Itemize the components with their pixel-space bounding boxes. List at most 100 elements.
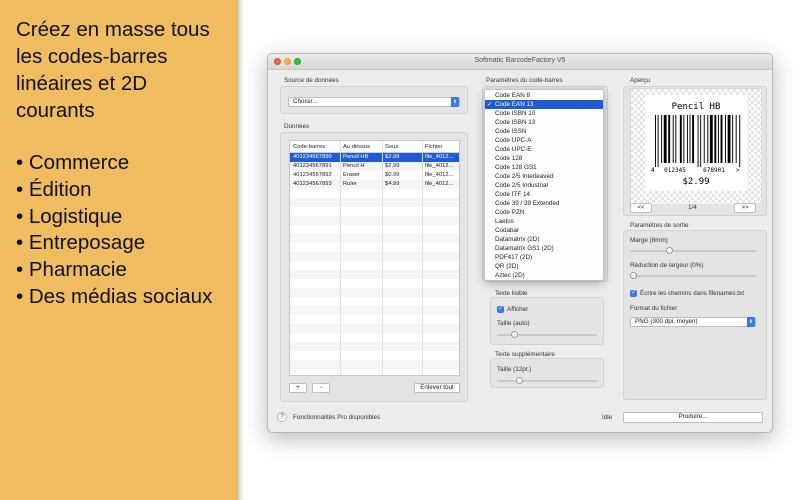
promo-bullet: Entreposage — [16, 230, 212, 257]
menu-item-barcode-type[interactable]: Datamatrix GS1 (2D) — [485, 244, 603, 253]
barcode-bar — [717, 115, 719, 163]
table-row[interactable] — [290, 288, 459, 297]
table-row[interactable] — [290, 360, 459, 369]
column-header[interactable]: Fichier — [425, 144, 442, 150]
data-table[interactable]: Code-barres Au dessus Sous Fichier 40123… — [289, 140, 460, 376]
data-source-select[interactable]: Choisir... ⬍ — [288, 97, 460, 107]
table-row[interactable] — [290, 252, 459, 261]
produce-button[interactable]: Produire... — [623, 412, 763, 423]
next-preview-button[interactable]: >> — [734, 203, 756, 213]
barcode-bar — [679, 115, 682, 163]
menu-item-barcode-type[interactable]: Code EAN 8 — [485, 91, 603, 100]
table-row[interactable] — [290, 279, 459, 288]
table-row[interactable]: 401234567892 Eraser $0.99 file_4012... — [290, 171, 459, 180]
menu-item-barcode-type[interactable]: Code 128 GS1 — [485, 163, 603, 172]
menu-item-barcode-type[interactable]: Code UPC-A — [485, 136, 603, 145]
table-cell: 401234567891 — [293, 163, 332, 169]
column-header[interactable]: Au dessus — [343, 144, 370, 150]
barcode-type-menu[interactable]: Code EAN 8 ✓ Code EAN 13 Code ISBN 10 Code I… — [484, 89, 604, 281]
text-size-label: Taille (auto) — [497, 320, 530, 327]
menu-item-barcode-type[interactable]: QR (2D) — [485, 262, 603, 271]
write-paths-checkbox[interactable]: ✓ — [630, 290, 637, 297]
file-format-select[interactable]: PNG (300 dpi, moyen) ⬍ — [630, 317, 756, 327]
barcode-bar — [739, 115, 741, 167]
promo-headline: Créez en masse tous les codes-barres lin… — [16, 16, 231, 124]
barcode-bar — [720, 115, 723, 163]
preview-digits-group2: 678901 — [703, 167, 725, 174]
table-row[interactable]: 401234567891 Pencil H $2.99 file_4012... — [290, 162, 459, 171]
table-row[interactable] — [290, 297, 459, 306]
column-header[interactable]: Sous — [385, 144, 398, 150]
table-row[interactable]: 401234567893 Ruler $4.99 file_4012... — [290, 180, 459, 189]
table-cell: $2.99 — [385, 154, 400, 160]
margin-slider[interactable] — [630, 250, 756, 252]
table-row[interactable] — [290, 333, 459, 342]
table-row[interactable] — [290, 243, 459, 252]
barcode-bar — [700, 115, 702, 167]
table-row[interactable] — [290, 342, 459, 351]
show-text-checkbox[interactable]: ✓ — [497, 306, 504, 313]
title-bar[interactable]: Softmatic BarcodeFactory V5 — [268, 54, 772, 70]
table-row[interactable] — [290, 189, 459, 198]
menu-item-barcode-type[interactable]: Code ISSN — [485, 127, 603, 136]
table-row[interactable] — [290, 369, 459, 375]
barcode-bar — [683, 115, 685, 163]
menu-item-barcode-type[interactable]: Code 2/5 Industrial — [485, 181, 603, 190]
table-row[interactable] — [290, 207, 459, 216]
table-row[interactable] — [290, 261, 459, 270]
margin-label: Marge (8mm) — [630, 237, 668, 244]
menu-item-barcode-type[interactable]: Code ISBN 10 — [485, 109, 603, 118]
table-row[interactable] — [290, 306, 459, 315]
menu-item-barcode-type[interactable]: Laetus — [485, 217, 603, 226]
file-format-select-value: PNG (300 dpi, moyen) — [635, 318, 698, 325]
column-divider — [340, 141, 341, 375]
width-reduction-slider[interactable] — [630, 275, 756, 277]
menu-item-barcode-type[interactable]: Code UPC-E — [485, 145, 603, 154]
table-row[interactable] — [290, 324, 459, 333]
data-section-label: Données — [284, 123, 310, 130]
menu-item-barcode-type[interactable]: Aztec (2D) — [485, 271, 603, 280]
menu-item-label: Code 2/5 Industrial — [495, 182, 548, 189]
table-cell: $4.99 — [385, 181, 400, 187]
menu-item-barcode-type[interactable]: Code ISBN 13 — [485, 118, 603, 127]
readable-text-label: Texte lisible — [495, 290, 528, 297]
column-header[interactable]: Code-barres — [293, 144, 325, 150]
table-row[interactable] — [290, 234, 459, 243]
width-reduction-slider-knob[interactable] — [630, 272, 637, 279]
preview-digit-right: > — [736, 167, 740, 174]
table-row[interactable] — [290, 351, 459, 360]
table-row[interactable] — [290, 315, 459, 324]
help-button[interactable]: ? — [277, 412, 287, 422]
menu-item-label: QR (2D) — [495, 263, 519, 270]
menu-item-barcode-type[interactable]: Code 128 — [485, 154, 603, 163]
menu-item-barcode-type[interactable]: Codabar — [485, 226, 603, 235]
table-row[interactable] — [290, 225, 459, 234]
menu-item-barcode-type[interactable]: Code PZN — [485, 208, 603, 217]
menu-item-label: Code 39 / 39 Extended — [495, 200, 560, 207]
remove-row-button[interactable]: - — [312, 383, 330, 393]
table-row[interactable]: 401234567890 Pencil HB $2.99 file_4012... — [290, 153, 459, 162]
text-size-slider-knob[interactable] — [510, 331, 518, 338]
menu-item-barcode-type[interactable]: Code ITF 14 — [485, 190, 603, 199]
add-row-button[interactable]: + — [289, 383, 307, 393]
output-params-box — [623, 230, 767, 400]
table-cell: 401234567892 — [293, 172, 332, 178]
menu-item-barcode-type[interactable]: ✓ Code EAN 13 — [485, 100, 603, 109]
promo-headline-line: Créez en masse tous — [16, 18, 210, 41]
extra-text-size-slider-knob[interactable] — [515, 377, 523, 384]
menu-item-label: Laetus — [495, 218, 514, 225]
promo-bullet-list: Commerce Édition Logistique Entreposage … — [16, 150, 212, 311]
margin-slider-knob[interactable] — [665, 247, 673, 254]
table-row[interactable] — [290, 198, 459, 207]
table-header: Code-barres Au dessus Sous Fichier — [290, 141, 459, 153]
remove-all-button[interactable]: Enlever tout — [414, 383, 460, 393]
previous-preview-button[interactable]: << — [630, 203, 652, 213]
table-row[interactable] — [290, 216, 459, 225]
menu-item-barcode-type[interactable]: Datamatrix (2D) — [485, 235, 603, 244]
menu-item-barcode-type[interactable]: Code 2/5 Interleaved — [485, 172, 603, 181]
menu-item-barcode-type[interactable]: PDF417 (2D) — [485, 253, 603, 262]
barcode-bar — [703, 115, 705, 163]
menu-item-barcode-type[interactable]: Code 39 / 39 Extended — [485, 199, 603, 208]
table-row[interactable] — [290, 270, 459, 279]
extra-text-size-slider[interactable] — [497, 380, 597, 382]
